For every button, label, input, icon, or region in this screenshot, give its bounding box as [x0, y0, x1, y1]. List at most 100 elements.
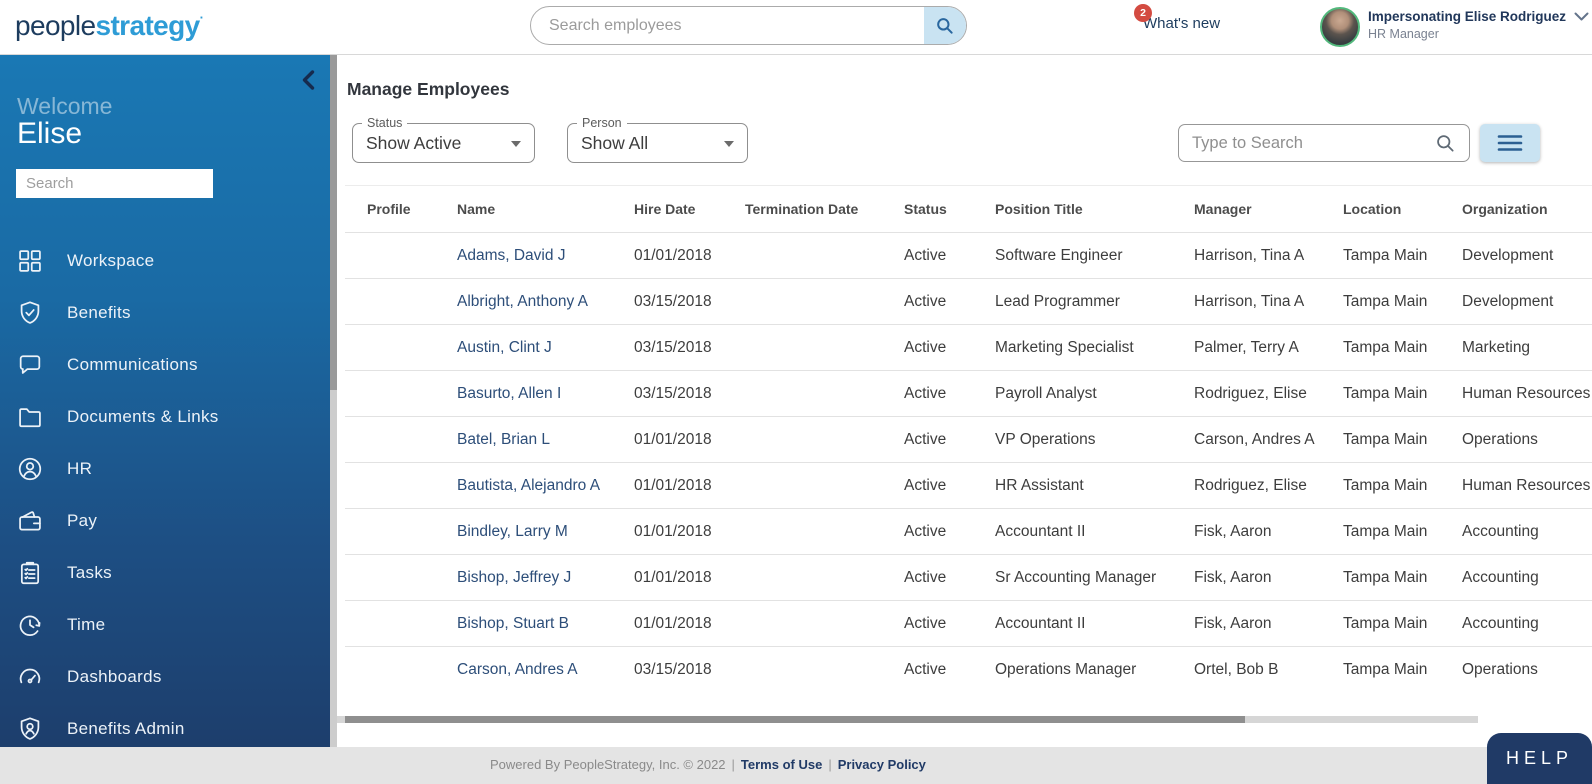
sidebar-item-pay[interactable]: Pay [0, 495, 330, 547]
cell-manager: Rodriguez, Elise [1194, 371, 1343, 417]
powered-by-text: Powered By PeopleStrategy, Inc. © 2022 [490, 757, 726, 772]
cell-profile [345, 417, 457, 463]
cell-manager: Palmer, Terry A [1194, 325, 1343, 371]
cell-status: Active [904, 325, 995, 371]
employee-name-link[interactable]: Bindley, Larry M [457, 523, 568, 540]
cell-organization: Human Resources [1462, 463, 1592, 509]
chevron-down-icon [1566, 12, 1589, 21]
employee-name-link[interactable]: Batel, Brian L [457, 431, 550, 448]
table-row: Bautista, Alejandro A01/01/2018ActiveHR … [345, 463, 1592, 509]
cell-termination-date [745, 371, 904, 417]
column-header-termination-date[interactable]: Termination Date [745, 186, 904, 233]
sidebar-item-time[interactable]: Time [0, 599, 330, 651]
cell-manager: Harrison, Tina A [1194, 233, 1343, 279]
clock-icon [16, 611, 44, 639]
sidebar-item-workspace[interactable]: Workspace [0, 235, 330, 287]
horizontal-scrollbar-thumb[interactable] [345, 716, 1245, 723]
cell-hire-date: 01/01/2018 [634, 417, 745, 463]
column-header-position-title[interactable]: Position Title [995, 186, 1194, 233]
cell-name: Austin, Clint J [457, 325, 634, 371]
cell-manager: Fisk, Aaron [1194, 509, 1343, 555]
cell-hire-date: 01/01/2018 [634, 601, 745, 647]
terms-of-use-link[interactable]: Terms of Use [741, 757, 822, 772]
cell-position-title: Accountant II [995, 509, 1194, 555]
cell-location: Tampa Main [1343, 647, 1462, 693]
column-header-hire-date[interactable]: Hire Date [634, 186, 745, 233]
page-footer: Powered By PeopleStrategy, Inc. © 2022|T… [0, 747, 1592, 784]
column-header-name[interactable]: Name [457, 186, 634, 233]
sidebar-collapse-button[interactable] [300, 69, 316, 91]
employee-name-link[interactable]: Bishop, Stuart B [457, 615, 569, 632]
table-row: Basurto, Allen I03/15/2018ActivePayroll … [345, 371, 1592, 417]
employee-name-link[interactable]: Carson, Andres A [457, 661, 578, 678]
search-icon [1435, 133, 1456, 154]
cell-manager: Harrison, Tina A [1194, 279, 1343, 325]
table-row: Albright, Anthony A03/15/2018ActiveLead … [345, 279, 1592, 325]
help-button[interactable]: HELP [1487, 733, 1592, 784]
employee-name-link[interactable]: Bishop, Jeffrey J [457, 569, 571, 586]
employee-table-container: ProfileNameHire DateTermination DateStat… [337, 185, 1592, 710]
employee-name-link[interactable]: Austin, Clint J [457, 339, 552, 356]
cell-position-title: HR Assistant [995, 463, 1194, 509]
chevron-left-icon [300, 69, 316, 91]
cell-position-title: Payroll Analyst [995, 371, 1194, 417]
column-header-manager[interactable]: Manager [1194, 186, 1343, 233]
sidebar-scrollbar-thumb[interactable] [330, 55, 337, 390]
sidebar-item-label: Benefits Admin [67, 719, 185, 739]
dropdown-caret-icon [511, 141, 521, 147]
privacy-policy-link[interactable]: Privacy Policy [838, 757, 926, 772]
cell-status: Active [904, 555, 995, 601]
column-header-profile[interactable]: Profile [345, 186, 457, 233]
cell-profile [345, 509, 457, 555]
cell-manager: Ortel, Bob B [1194, 647, 1343, 693]
sidebar-item-label: HR [67, 459, 92, 479]
sidebar-item-benefits-admin[interactable]: Benefits Admin [0, 703, 330, 747]
table-menu-button[interactable] [1480, 124, 1540, 162]
cell-status: Active [904, 279, 995, 325]
table-search-input[interactable] [1179, 133, 1429, 154]
table-header-row: ProfileNameHire DateTermination DateStat… [345, 186, 1592, 233]
employee-name-link[interactable]: Adams, David J [457, 247, 566, 264]
global-employee-search-input[interactable] [531, 7, 924, 44]
table-search [1178, 124, 1470, 162]
cell-organization: Marketing [1462, 325, 1592, 371]
cell-profile [345, 371, 457, 417]
cell-hire-date: 03/15/2018 [634, 647, 745, 693]
cell-manager: Carson, Andres A [1194, 417, 1343, 463]
employee-table: ProfileNameHire DateTermination DateStat… [345, 185, 1592, 693]
cell-location: Tampa Main [1343, 509, 1462, 555]
cell-manager: Fisk, Aaron [1194, 601, 1343, 647]
column-header-status[interactable]: Status [904, 186, 995, 233]
sidebar-item-hr[interactable]: HR [0, 443, 330, 495]
employee-name-link[interactable]: Albright, Anthony A [457, 293, 588, 310]
whats-new-link[interactable]: 2 What's new [1128, 0, 1248, 55]
cell-name: Adams, David J [457, 233, 634, 279]
column-header-organization[interactable]: Organization [1462, 186, 1592, 233]
person-filter-select[interactable]: Person Show All [567, 123, 748, 163]
folder-icon [16, 403, 44, 431]
user-menu[interactable]: Impersonating Elise Rodriguez HR Manager [1368, 9, 1589, 41]
cell-organization: Development [1462, 279, 1592, 325]
sidebar-item-documents-links[interactable]: Documents & Links [0, 391, 330, 443]
sidebar-item-dashboards[interactable]: Dashboards [0, 651, 330, 703]
sidebar-search-input[interactable] [16, 169, 213, 198]
cell-organization: Development [1462, 233, 1592, 279]
global-search-button[interactable] [924, 7, 966, 44]
status-filter-select[interactable]: Status Show Active [352, 123, 535, 163]
cell-name: Batel, Brian L [457, 417, 634, 463]
cell-manager: Fisk, Aaron [1194, 555, 1343, 601]
cell-profile [345, 647, 457, 693]
employee-name-link[interactable]: Basurto, Allen I [457, 385, 561, 402]
sidebar-item-communications[interactable]: Communications [0, 339, 330, 391]
sidebar-item-tasks[interactable]: Tasks [0, 547, 330, 599]
welcome-text: Welcome [17, 93, 112, 120]
cell-position-title: VP Operations [995, 417, 1194, 463]
user-avatar[interactable] [1320, 7, 1360, 47]
employee-name-link[interactable]: Bautista, Alejandro A [457, 477, 600, 494]
sidebar-item-benefits[interactable]: Benefits [0, 287, 330, 339]
horizontal-scrollbar[interactable] [337, 716, 1478, 723]
column-header-location[interactable]: Location [1343, 186, 1462, 233]
cell-termination-date [745, 509, 904, 555]
sidebar-scrollbar[interactable] [330, 55, 337, 747]
cell-hire-date: 01/01/2018 [634, 233, 745, 279]
